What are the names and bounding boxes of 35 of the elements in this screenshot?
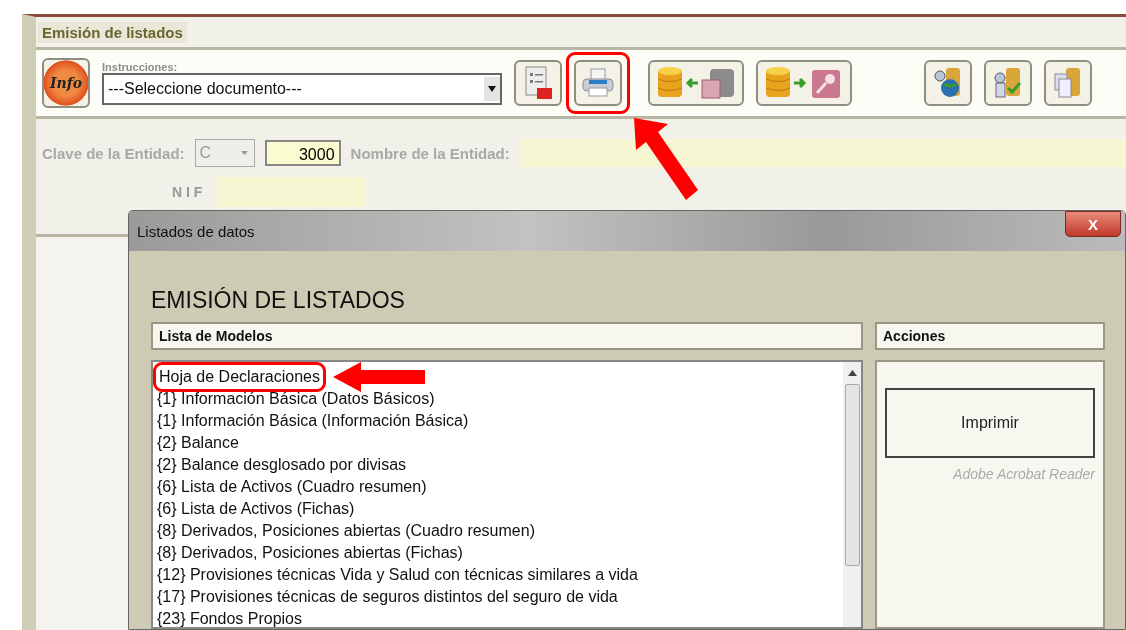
dialog-title: Listados de datos: [137, 222, 255, 240]
list-item[interactable]: {8} Derivados, Posiciones abiertas (Cuadro resumen): [157, 522, 535, 539]
pdf-document-icon: [523, 66, 553, 100]
entity-name-label: Nombre de la Entidad:: [350, 144, 510, 162]
dropdown-icon: [240, 151, 248, 155]
instructions-label: Instrucciones:: [102, 61, 179, 73]
info-button[interactable]: Info: [42, 58, 90, 108]
list-item[interactable]: {1} Información Básica (Datos Básicos): [157, 390, 435, 407]
entity-code-field[interactable]: 3000: [264, 140, 341, 166]
list-item[interactable]: {23} Fondos Propios: [157, 610, 302, 627]
checkmark-search-icon: [992, 66, 1024, 100]
list-item[interactable]: {6} Lista de Activos (Fichas): [157, 500, 355, 517]
scrollbar[interactable]: [843, 362, 861, 627]
print-button[interactable]: Imprimir: [885, 388, 1095, 458]
scroll-up-icon[interactable]: [847, 370, 857, 376]
nif-label: N I F: [172, 184, 203, 200]
dialog-heading: EMISIÓN DE LISTADOS: [151, 287, 406, 314]
print-button[interactable]: [566, 52, 630, 114]
printer-icon: [581, 68, 615, 98]
entity-name-field[interactable]: [519, 139, 1126, 167]
list-item[interactable]: {8} Derivados, Posiciones abiertas (Fichas): [157, 544, 463, 561]
actions-header: Acciones: [875, 322, 1105, 350]
list-item[interactable]: {2} Balance: [157, 434, 239, 451]
list-item[interactable]: {12} Provisiones técnicas Vida y Salud con técnicas similares a vida: [157, 566, 638, 583]
close-button[interactable]: X: [1065, 211, 1121, 237]
entity-key-label: Clave de la Entidad:: [42, 144, 185, 162]
document-select[interactable]: ---Seleccione documento---: [102, 73, 502, 105]
list-item[interactable]: {1} Información Básica (Información Básica): [157, 412, 469, 429]
list-item[interactable]: {17} Provisiones técnicas de seguros distintos del seguro de vida: [157, 588, 618, 605]
dropdown-icon: [484, 77, 500, 101]
window-title: Emisión de listados: [38, 21, 187, 43]
print-note: Adobe Acrobat Reader: [953, 466, 1095, 482]
models-header: Lista de Modelos: [151, 322, 863, 350]
list-item[interactable]: {6} Lista de Activos (Cuadro resumen): [157, 478, 427, 495]
list-item[interactable]: {2} Balance desglosado por divisas: [157, 456, 407, 473]
